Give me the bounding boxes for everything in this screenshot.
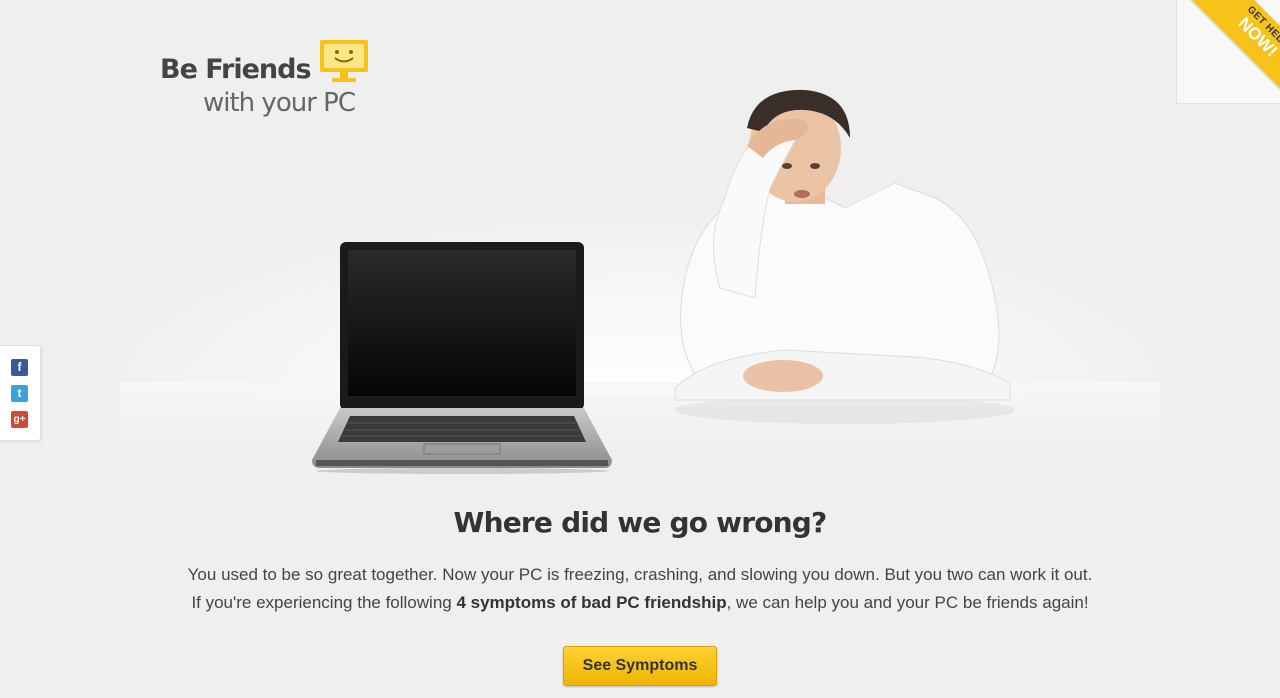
line2-prefix: If you're experiencing the following xyxy=(191,593,457,612)
logo-title: Be Friends xyxy=(160,54,312,85)
laptop-image xyxy=(312,242,612,474)
hero-description-line2: If you're experiencing the following 4 s… xyxy=(0,593,1280,613)
page: Be Friends with your PC GET HELP NOW! f … xyxy=(0,0,1280,698)
twitter-icon[interactable]: t xyxy=(11,385,28,402)
line2-suffix: , we can help you and your PC be friends… xyxy=(726,593,1089,612)
hero-description-line1: You used to be so great together. Now yo… xyxy=(187,565,1093,584)
hero-headline: Where did we go wrong? xyxy=(453,506,828,539)
google-plus-icon[interactable]: g+ xyxy=(11,411,28,428)
facebook-icon[interactable]: f xyxy=(11,359,28,376)
see-symptoms-button[interactable]: See Symptoms xyxy=(563,646,717,686)
logo[interactable]: Be Friends with your PC xyxy=(158,38,378,128)
get-help-corner[interactable]: GET HELP NOW! xyxy=(1176,0,1280,104)
logo-subtitle: with your PC xyxy=(203,88,356,118)
frustrated-man-image xyxy=(674,89,1015,424)
social-share-bar: f t g+ xyxy=(0,345,41,441)
symptoms-emphasis: 4 symptoms of bad PC friendship xyxy=(456,593,727,612)
smiley-monitor-icon xyxy=(320,40,368,82)
